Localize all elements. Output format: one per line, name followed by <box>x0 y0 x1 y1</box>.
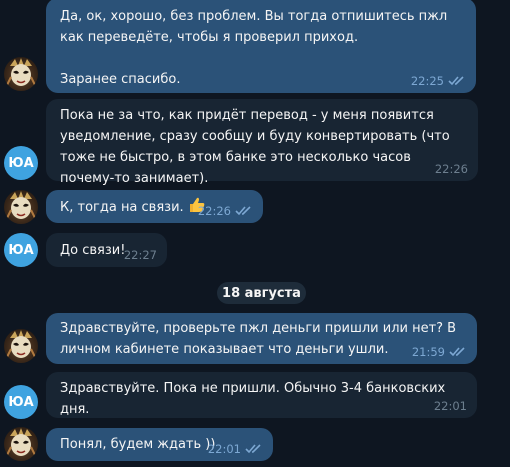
avatar[interactable] <box>4 190 38 224</box>
message-time: 22:27 <box>123 248 157 262</box>
message-bubble[interactable]: Здравствуйте, проверьте пжл деньги пришл… <box>46 313 477 364</box>
message-time: 22:25 <box>410 74 444 88</box>
message-time: 21:59 <box>411 345 445 359</box>
double-check-icon <box>448 76 464 86</box>
date-separator: 18 августа <box>217 282 306 304</box>
message-bubble[interactable]: Понял, будем ждать )) 22:01 <box>46 428 273 461</box>
double-check-icon <box>245 444 261 454</box>
avatar[interactable]: ЮА <box>4 146 38 180</box>
carnival-mask-icon <box>6 58 36 86</box>
message-text: Пока не за что, как придёт перевод - у м… <box>60 108 454 186</box>
carnival-mask-icon <box>6 428 36 456</box>
carnival-mask-icon <box>6 330 36 358</box>
message-text: Здравствуйте. Пока не пришли. Обычно 3-4… <box>60 381 450 417</box>
avatar[interactable] <box>4 427 38 461</box>
message-bubble[interactable]: Пока не за что, как придёт перевод - у м… <box>46 99 478 186</box>
message-time: 22:01 <box>207 442 241 456</box>
message-bubble[interactable]: К, тогда на связи. 22:26 <box>46 190 263 223</box>
message-meta: 22:25 <box>411 74 466 88</box>
message-meta: 22:26 <box>435 162 468 176</box>
message-text: До связи! <box>60 243 126 258</box>
message-time: 22:26 <box>434 162 468 176</box>
avatar[interactable]: ЮА <box>4 385 38 419</box>
double-check-icon <box>235 206 251 216</box>
message-time: 22:01 <box>433 399 467 413</box>
message-text: Понял, будем ждать )) <box>60 437 216 452</box>
avatar[interactable]: ЮА <box>4 233 38 267</box>
carnival-mask-icon <box>6 191 36 219</box>
avatar[interactable] <box>4 329 38 363</box>
message-meta: 22:01 <box>434 399 467 413</box>
message-text: Здравствуйте, проверьте пжл деньги пришл… <box>60 321 461 357</box>
message-text: К, тогда на связи. <box>60 200 184 215</box>
message-text: Да, ок, хорошо, без проблем. Вы тогда от… <box>60 9 448 87</box>
message-bubble[interactable]: Здравствуйте. Пока не пришли. Обычно 3-4… <box>46 372 477 418</box>
avatar[interactable] <box>4 57 38 91</box>
message-time: 22:26 <box>197 204 231 218</box>
message-bubble[interactable]: Да, ок, хорошо, без проблем. Вы тогда от… <box>46 0 476 93</box>
message-meta: 21:59 <box>412 345 467 359</box>
double-check-icon <box>449 347 465 357</box>
message-bubble[interactable]: До связи! 22:27 <box>46 233 167 267</box>
message-meta: 22:26 <box>198 204 253 218</box>
message-meta: 22:27 <box>124 248 157 262</box>
message-meta: 22:01 <box>208 442 263 456</box>
